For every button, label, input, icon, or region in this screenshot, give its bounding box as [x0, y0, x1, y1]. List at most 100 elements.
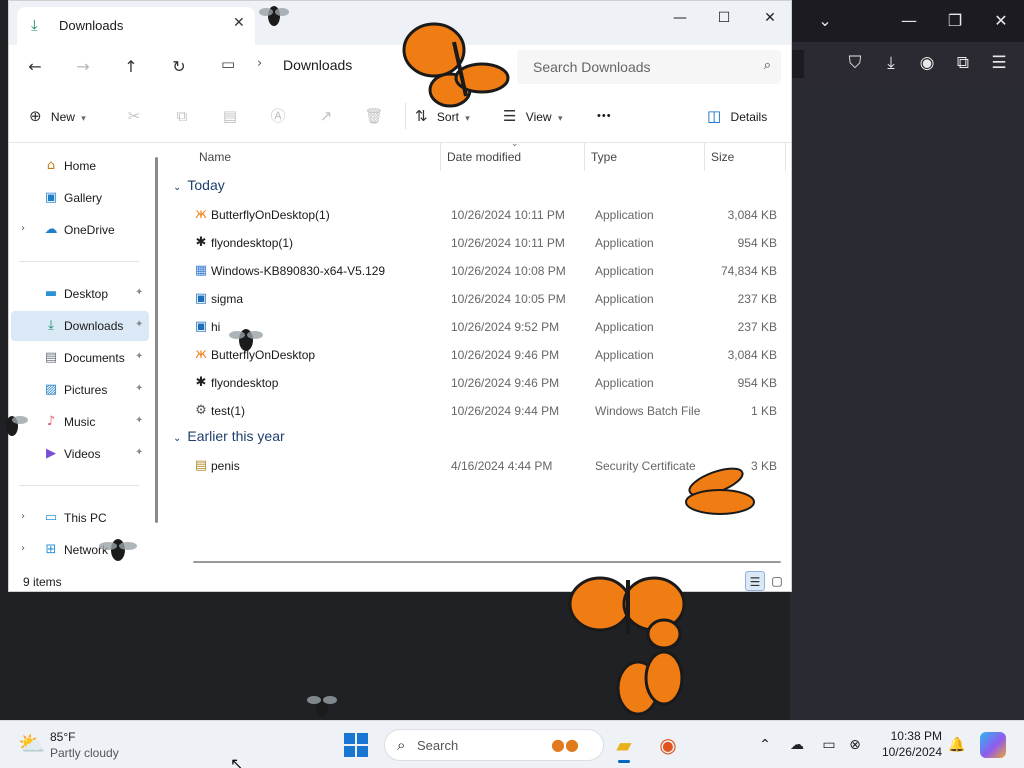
windows-logo-icon — [344, 733, 355, 744]
sidebar-item-desktop[interactable]: ▬ Desktop ✦ — [11, 279, 149, 309]
download-icon[interactable]: ⤓ — [878, 50, 904, 76]
weather-temperature: 85°F — [50, 730, 76, 744]
more-options-icon[interactable]: ••• — [597, 105, 612, 127]
download-icon: ⤓ — [48, 318, 54, 333]
delete-icon[interactable]: 🗑 — [363, 105, 385, 127]
account-icon[interactable]: ◉ — [914, 50, 940, 76]
paste-icon[interactable]: ▤ — [219, 105, 241, 127]
forward-arrow-icon[interactable]: → — [71, 55, 95, 79]
group-label: Today — [187, 177, 225, 193]
file-explorer-taskbar-icon[interactable]: ▰ — [608, 729, 640, 763]
group-header-earlier-this-year[interactable]: ⌄ Earlier this year — [173, 428, 285, 450]
column-header-name[interactable]: Name — [199, 150, 231, 164]
table-row[interactable]: ▦ Windows-KB890830-x64-V5.129 10/26/2024… — [169, 257, 785, 285]
group-header-today[interactable]: ⌄ Today — [173, 177, 225, 199]
file-type: Application — [595, 264, 654, 278]
sidebar-item-onedrive[interactable]: › ☁ OneDrive — [11, 215, 149, 245]
maximize-button[interactable]: ☐ — [709, 7, 739, 29]
taskbar-search-input[interactable]: ⌕ Search ●● — [384, 729, 604, 761]
minimize-button[interactable]: — — [665, 7, 695, 29]
file-name: hi — [211, 320, 221, 334]
table-row[interactable]: ⚙ test(1) 10/26/2024 9:44 PM Windows Bat… — [169, 397, 785, 425]
rename-icon[interactable]: Ⓐ — [267, 105, 289, 127]
sidebar-item-home[interactable]: ⌂ Home — [11, 151, 149, 181]
partly-cloudy-icon: ⛅ — [18, 732, 46, 757]
column-divider[interactable] — [440, 143, 441, 171]
horizontal-scrollbar[interactable] — [193, 561, 781, 563]
pin-icon[interactable]: ✦ — [135, 383, 143, 394]
tiles-view-icon[interactable]: ▢ — [767, 571, 787, 591]
cut-icon[interactable]: ✂ — [123, 105, 145, 127]
column-header-date[interactable]: Date modified — [447, 150, 521, 164]
sort-label: Sort — [436, 110, 459, 124]
sidebar-item-downloads[interactable]: ⤓ Downloads ✦ — [11, 311, 149, 341]
chevron-right-icon[interactable]: › — [21, 511, 25, 522]
search-input[interactable]: Search Downloads ⌕ — [517, 50, 781, 84]
sidebar-item-gallery[interactable]: ▣ Gallery — [11, 183, 149, 213]
file-size: 1 KB — [750, 404, 777, 418]
tabs-menu-icon[interactable]: ⌄ — [812, 8, 838, 34]
copilot-icon[interactable] — [980, 732, 1006, 758]
firefox-taskbar-icon[interactable]: ◉ — [652, 729, 684, 761]
column-divider[interactable] — [704, 143, 705, 171]
file-date: 10/26/2024 10:11 PM — [451, 208, 565, 222]
column-divider[interactable] — [785, 143, 786, 171]
browser-close-button[interactable]: ✕ — [988, 8, 1014, 34]
pin-icon[interactable]: ✦ — [135, 287, 143, 298]
file-type: Application — [595, 348, 654, 362]
network-icon[interactable]: ▭ — [818, 734, 840, 756]
pocket-icon[interactable]: ⛉ — [842, 50, 868, 76]
close-tab-icon[interactable]: ✕ — [233, 15, 245, 31]
sidebar-item-this-pc[interactable]: › ▭ This PC — [11, 503, 149, 533]
file-size: 74,834 KB — [720, 264, 777, 278]
chevron-right-icon[interactable]: › — [257, 56, 262, 71]
back-arrow-icon[interactable]: ← — [23, 55, 47, 79]
sidebar-item-videos[interactable]: ▶ Videos ✦ — [11, 439, 149, 469]
pin-icon[interactable]: ✦ — [135, 319, 143, 330]
table-row[interactable]: ✱ flyondesktop 10/26/2024 9:46 PM Applic… — [169, 369, 785, 397]
table-row[interactable]: ✱ flyondesktop(1) 10/26/2024 10:11 PM Ap… — [169, 229, 785, 257]
table-row[interactable]: ж ButterflyOnDesktop(1) 10/26/2024 10:11… — [169, 201, 785, 229]
pumpkin-icon: ●● — [551, 735, 579, 754]
new-button[interactable]: ⊕ New ▾ — [29, 105, 86, 127]
sidebar-item-music[interactable]: ♪ Music ✦ — [11, 407, 149, 437]
weather-widget[interactable]: ⛅ 85°F Partly cloudy — [0, 721, 140, 768]
pin-icon[interactable]: ✦ — [135, 447, 143, 458]
notification-bell-icon[interactable]: 🔔 — [946, 734, 968, 756]
sidebar-item-pictures[interactable]: ▨ Pictures ✦ — [11, 375, 149, 405]
breadcrumb-downloads[interactable]: Downloads — [283, 57, 352, 73]
chevron-right-icon[interactable]: › — [21, 543, 25, 554]
browser-minimize-button[interactable]: — — [896, 8, 922, 34]
details-button[interactable]: ◫ Details — [707, 105, 767, 127]
tab-downloads[interactable]: ⤓ Downloads ✕ — [17, 7, 255, 45]
new-label: New — [50, 110, 75, 124]
browser-restore-button[interactable]: ❐ — [942, 8, 968, 34]
nav-scrollbar[interactable] — [155, 157, 158, 523]
share-icon[interactable]: ↗ — [315, 105, 337, 127]
volume-muted-icon[interactable]: ⊗ — [844, 734, 866, 756]
sidebar-item-documents[interactable]: ▤ Documents ✦ — [11, 343, 149, 373]
chevron-right-icon[interactable]: › — [21, 223, 25, 234]
details-view-icon[interactable]: ☰ — [745, 571, 765, 591]
sidebar-item-label: Videos — [64, 447, 101, 461]
table-row[interactable]: ▣ sigma 10/26/2024 10:05 PM Application … — [169, 285, 785, 313]
browser-url-bar[interactable] — [790, 50, 804, 78]
computer-icon[interactable]: ▭ — [221, 55, 235, 73]
close-button[interactable]: ✕ — [755, 7, 785, 29]
column-header-size[interactable]: Size — [711, 150, 734, 164]
chevron-up-icon[interactable]: ⌃ — [754, 734, 776, 756]
fly-icon — [259, 6, 289, 26]
start-button[interactable] — [344, 733, 368, 757]
pin-icon[interactable]: ✦ — [135, 351, 143, 362]
copy-icon[interactable]: ⧉ — [171, 105, 193, 127]
extensions-icon[interactable]: ⧉ — [950, 50, 976, 76]
butterfly-app-icon: ж — [195, 207, 207, 222]
refresh-icon[interactable]: ↻ — [167, 55, 191, 79]
column-header-type[interactable]: Type — [591, 150, 617, 164]
up-arrow-icon[interactable]: ↑ — [119, 55, 143, 79]
column-divider[interactable] — [584, 143, 585, 171]
pin-icon[interactable]: ✦ — [135, 415, 143, 426]
menu-icon[interactable]: ☰ — [986, 50, 1012, 76]
cloud-off-icon[interactable]: ☁ — [786, 734, 808, 756]
clock[interactable]: 10:38 PM 10/26/2024 — [870, 721, 946, 768]
